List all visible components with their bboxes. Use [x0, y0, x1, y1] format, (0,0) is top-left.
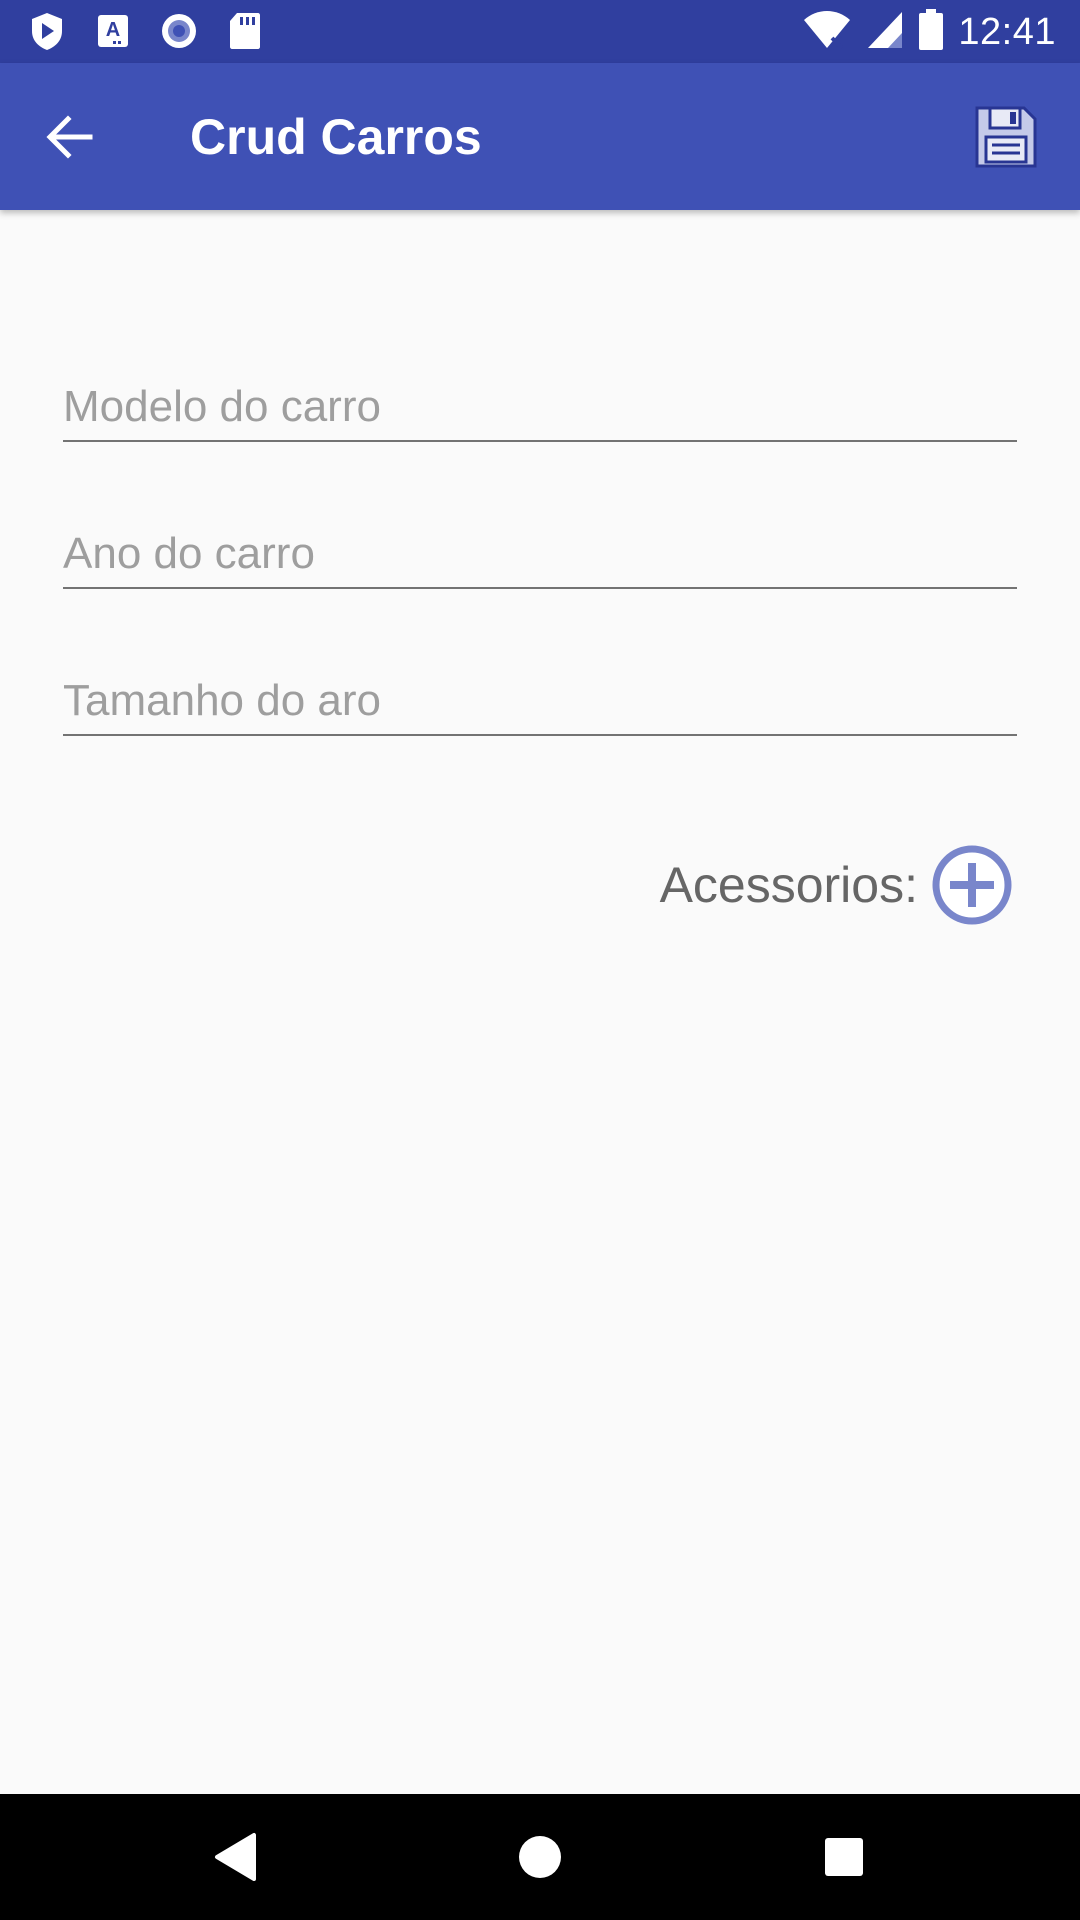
aro-input[interactable] — [63, 676, 1017, 726]
arrow-left-icon — [46, 115, 93, 159]
status-system-icons: 12:41 — [802, 8, 1056, 56]
plus-circle-icon — [932, 845, 1012, 925]
status-time: 12:41 — [958, 10, 1056, 53]
add-accessory-button[interactable] — [932, 845, 1012, 925]
screen: A 12:41 Crud Carros Modelo do carro Ano … — [0, 0, 1080, 1920]
nav-recent-button[interactable] — [814, 1827, 874, 1887]
status-notification-icons: A — [28, 12, 264, 50]
sd-card-icon — [226, 12, 264, 50]
page-title: Crud Carros — [190, 109, 482, 165]
font-a-icon: A — [94, 12, 132, 50]
nav-back-button[interactable] — [206, 1827, 266, 1887]
nav-home-button[interactable] — [510, 1827, 570, 1887]
modelo-field — [63, 360, 1017, 442]
battery-icon — [918, 8, 944, 56]
navigation-bar — [0, 1794, 1080, 1920]
aro-field — [63, 654, 1017, 736]
modelo-input[interactable] — [63, 382, 1017, 432]
signal-icon — [866, 10, 904, 55]
accessories-row: Acessorios: — [660, 845, 1012, 925]
ano-field — [63, 507, 1017, 589]
ano-input[interactable] — [63, 529, 1017, 579]
wifi-off-icon — [802, 10, 852, 55]
save-button[interactable] — [972, 103, 1040, 171]
svg-text:A: A — [106, 19, 120, 41]
accessories-label: Acessorios: — [659, 857, 918, 913]
record-icon — [160, 12, 198, 50]
status-bar: A 12:41 — [0, 0, 1080, 63]
nav-home-icon — [519, 1836, 561, 1878]
app-bar: Crud Carros — [0, 63, 1080, 210]
floppy-disk-icon — [975, 106, 1037, 168]
nav-recent-icon — [825, 1838, 863, 1876]
nav-back-icon — [215, 1833, 256, 1881]
shield-play-icon — [28, 12, 66, 50]
back-button[interactable] — [40, 107, 100, 167]
